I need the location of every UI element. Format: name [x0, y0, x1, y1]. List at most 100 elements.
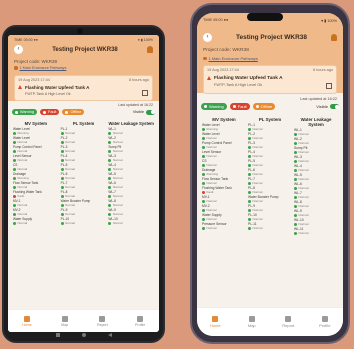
- system-item[interactable]: Water Booster Pump Normal: [60, 199, 107, 207]
- system-item[interactable]: WL-10 Normal: [294, 218, 338, 226]
- system-item[interactable]: CS Normal: [202, 159, 246, 167]
- filter-fault-pill[interactable]: Fault: [229, 103, 250, 110]
- tab-profile[interactable]: Profile: [307, 308, 344, 336]
- project-address-link[interactable]: 1 Main Enclosure Pathways: [203, 56, 258, 61]
- system-item[interactable]: WL-11 Normal: [294, 227, 338, 235]
- system-item[interactable]: WL-7 Normal: [108, 190, 154, 198]
- tab-report[interactable]: Report: [84, 310, 122, 332]
- system-item[interactable]: WL-5 Normal: [108, 172, 154, 180]
- system-item[interactable]: Water Booster Pump Normal: [248, 195, 292, 203]
- system-item[interactable]: Water Level Normal: [202, 132, 246, 140]
- filter-offline-pill[interactable]: Offline: [252, 103, 276, 110]
- system-item[interactable]: Water Level Running: [202, 123, 246, 131]
- system-item[interactable]: Level Sensor Normal: [202, 150, 246, 158]
- system-item[interactable]: Water Supply Normal: [13, 217, 59, 225]
- system-item[interactable]: WL-3 Normal: [108, 154, 154, 162]
- home-button[interactable]: [81, 333, 86, 337]
- system-item[interactable]: WL-8 Normal: [294, 200, 338, 208]
- toggle-switch[interactable]: [146, 109, 155, 115]
- open-external-icon[interactable]: [142, 90, 148, 96]
- system-item[interactable]: WL-9 Normal: [294, 209, 338, 217]
- system-item[interactable]: WL-3 Normal: [294, 155, 338, 163]
- system-item[interactable]: PL-9 Normal: [248, 204, 292, 212]
- system-item[interactable]: WL-2 Normal: [108, 136, 154, 144]
- toggle-switch[interactable]: [330, 104, 339, 109]
- bell-icon[interactable]: [331, 34, 337, 41]
- system-item[interactable]: Flushing Water Tank Fault: [202, 186, 246, 194]
- filter-offline-pill[interactable]: Offline: [62, 109, 85, 115]
- system-item[interactable]: Pressure Sensor Normal: [202, 222, 246, 230]
- visible-toggle[interactable]: Visible: [316, 104, 339, 109]
- system-item[interactable]: Pump Control Panel Normal: [13, 145, 59, 153]
- system-item[interactable]: PL-9 Normal: [60, 208, 107, 216]
- system-item[interactable]: PL-5 Normal: [60, 163, 107, 171]
- system-item[interactable]: Water Level Normal: [13, 136, 59, 144]
- system-item[interactable]: Sump Pit Normal: [294, 146, 338, 154]
- system-item[interactable]: MV-1 Normal: [202, 195, 246, 203]
- alert-card[interactable]: 19 Aug 2023 17:44 8 hours ago Flashing W…: [203, 65, 337, 94]
- system-item[interactable]: Water Level Running: [13, 127, 59, 135]
- system-item[interactable]: PL-8 Normal: [248, 186, 292, 194]
- tab-report[interactable]: Report: [270, 308, 307, 336]
- system-item[interactable]: Water Supply Normal: [202, 213, 246, 221]
- tab-map[interactable]: Map: [46, 310, 84, 332]
- visible-toggle[interactable]: Visible: [133, 109, 155, 115]
- system-item[interactable]: PL-6 Normal: [60, 172, 107, 180]
- system-item[interactable]: PL-2 Normal: [60, 136, 107, 144]
- filter-warning-pill[interactable]: Warning: [12, 109, 37, 115]
- system-item[interactable]: WL-7 Normal: [294, 191, 338, 199]
- system-item[interactable]: WL-4 Normal: [108, 163, 154, 171]
- system-item[interactable]: PL-10 Normal: [248, 213, 292, 221]
- system-item[interactable]: Drainage Running: [202, 168, 246, 176]
- back-button[interactable]: ‹: [14, 45, 23, 54]
- system-item[interactable]: WL-8 Normal: [108, 199, 154, 207]
- system-item[interactable]: MV-1 Normal: [13, 199, 59, 207]
- system-item[interactable]: PL-3 Normal: [248, 141, 292, 149]
- system-item[interactable]: Drainage Running: [13, 172, 59, 180]
- system-item[interactable]: Flow Sensor Tank Normal: [13, 181, 59, 189]
- system-item[interactable]: Level Sensor Normal: [13, 154, 59, 162]
- system-item[interactable]: Pump Control Panel Normal: [202, 141, 246, 149]
- system-item[interactable]: PL-3 Normal: [60, 145, 107, 153]
- system-item[interactable]: PL-4 Normal: [248, 150, 292, 158]
- system-item[interactable]: MV-2 Normal: [13, 208, 59, 216]
- system-item[interactable]: PL-8 Normal: [60, 190, 107, 198]
- system-item[interactable]: WL-6 Normal: [294, 182, 338, 190]
- project-address-link[interactable]: 1 Main Enclosure Pathways: [14, 66, 66, 70]
- bell-icon[interactable]: [147, 46, 153, 53]
- system-item[interactable]: WL-10 Normal: [108, 217, 154, 225]
- system-item[interactable]: PL-10 Normal: [60, 217, 107, 225]
- system-item[interactable]: PL-6 Normal: [248, 168, 292, 176]
- filter-warning-pill[interactable]: Warning: [201, 103, 227, 110]
- system-item[interactable]: PL-1 Normal: [248, 123, 292, 131]
- system-item[interactable]: WL-1 Normal: [294, 128, 338, 136]
- system-item[interactable]: MV-2 Normal: [202, 204, 246, 212]
- system-item[interactable]: WL-5 Normal: [294, 173, 338, 181]
- tab-home[interactable]: Home: [197, 308, 234, 336]
- system-item[interactable]: WL-9 Normal: [108, 208, 154, 216]
- tab-map[interactable]: Map: [234, 308, 271, 336]
- system-item[interactable]: WL-1 Normal: [108, 127, 154, 135]
- recents-button[interactable]: [55, 333, 60, 337]
- system-item[interactable]: CS Normal: [13, 163, 59, 171]
- system-item[interactable]: PL-5 Normal: [248, 159, 292, 167]
- system-item[interactable]: PL-11 Normal: [248, 222, 292, 230]
- system-item[interactable]: Sump Pit Normal: [108, 145, 154, 153]
- back-button[interactable]: ‹: [203, 33, 212, 42]
- system-item[interactable]: Flow Sensor Tank Normal: [202, 177, 246, 185]
- system-item[interactable]: PL-7 Normal: [60, 181, 107, 189]
- open-external-icon[interactable]: [326, 83, 332, 89]
- system-item[interactable]: WL-4 Normal: [294, 164, 338, 172]
- tab-profile[interactable]: Profile: [121, 310, 159, 332]
- system-item[interactable]: WL-6 Normal: [108, 181, 154, 189]
- system-item[interactable]: PL-7 Normal: [248, 177, 292, 185]
- system-item[interactable]: PL-4 Normal: [60, 154, 107, 162]
- alert-card[interactable]: 19 Aug 2023 17:44 8 hours ago Flashing W…: [14, 75, 153, 101]
- system-item[interactable]: PL-2 Normal: [248, 132, 292, 140]
- system-item[interactable]: WL-2 Normal: [294, 137, 338, 145]
- filter-fault-pill[interactable]: Fault: [40, 109, 60, 115]
- tab-home[interactable]: Home: [8, 310, 46, 332]
- back-nav-button[interactable]: [107, 333, 112, 337]
- system-item[interactable]: Flushing Water Tank Fault: [13, 190, 59, 198]
- system-item[interactable]: PL-1 Normal: [60, 127, 107, 135]
